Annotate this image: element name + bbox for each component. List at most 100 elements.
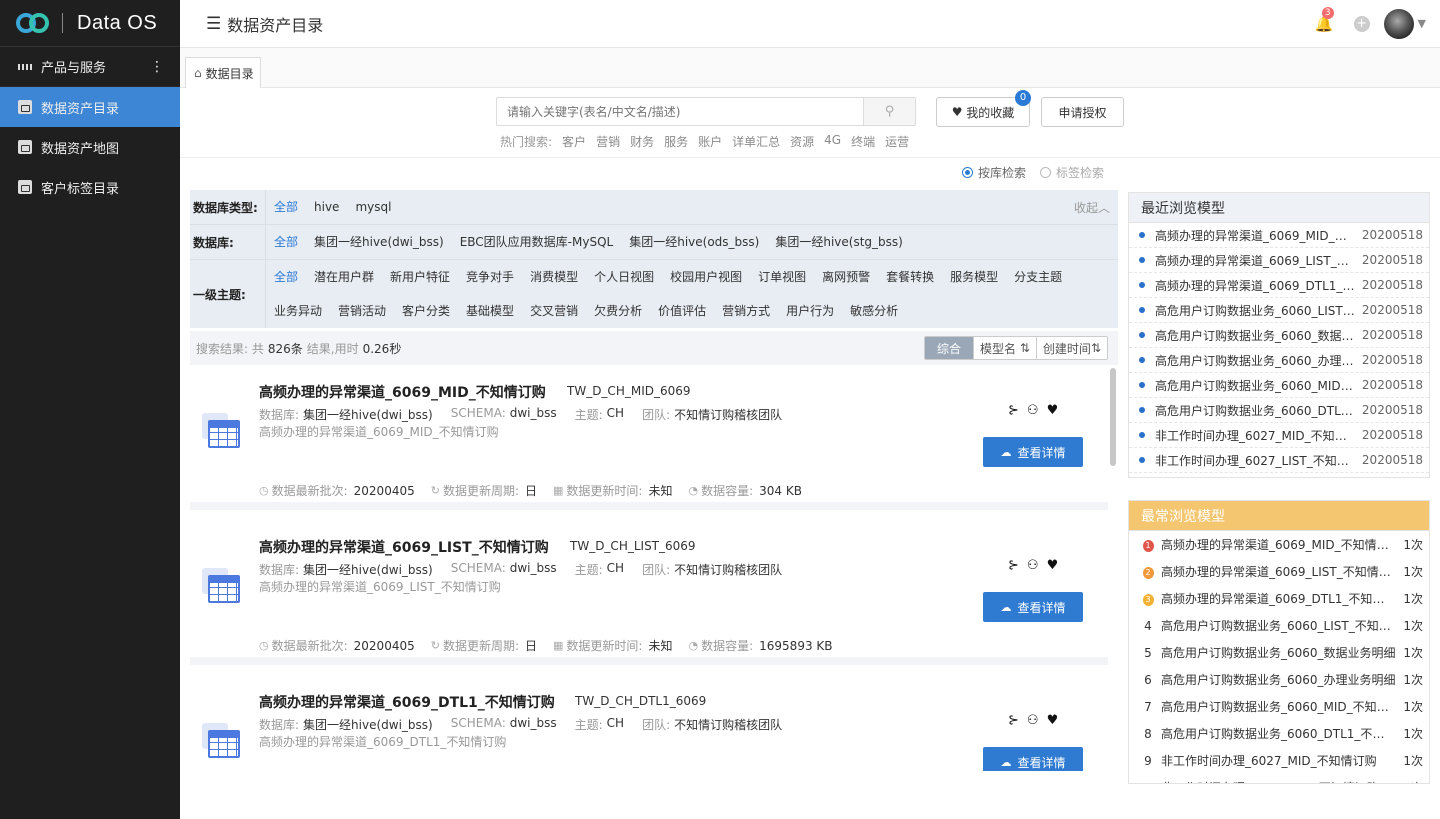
filter-option[interactable]: 校园用户视图 <box>670 260 742 294</box>
hot-search-item[interactable]: 服务 <box>664 133 688 150</box>
card-title[interactable]: 高频办理的异常渠道_6069_DTL1_不知情订购 <box>259 692 555 712</box>
frequent-item[interactable]: 7 高危用户订购数据业务_6060_MID_不知情订购 1次 <box>1129 693 1429 720</box>
lineage-icon[interactable]: ⊱ <box>1008 403 1019 418</box>
filter-option[interactable]: 全部 <box>274 190 298 224</box>
filter-option[interactable]: 分支主题 <box>1014 260 1062 294</box>
filter-option[interactable]: 服务模型 <box>950 260 998 294</box>
results-scrollbar[interactable] <box>1110 368 1116 466</box>
sort-created-time[interactable]: 创建时间 ⇅ <box>1035 337 1107 359</box>
recent-item[interactable]: 高危用户订购数据业务_6060_数据业务明细 20200518 <box>1129 323 1429 348</box>
filter-option[interactable]: 集团一经hive(ods_bss) <box>629 225 759 259</box>
filter-option[interactable]: 欠费分析 <box>594 294 642 328</box>
filter-option[interactable]: 新用户特征 <box>390 260 450 294</box>
sidebar-item-customer-tags[interactable]: 客户标签目录 <box>0 167 180 207</box>
frequent-item[interactable]: 2 高频办理的异常渠道_6069_LIST_不知情订购 1次 <box>1129 558 1429 585</box>
heart-icon[interactable]: ♥ <box>1047 713 1059 728</box>
filter-option[interactable]: 全部 <box>274 260 298 294</box>
filter-option[interactable]: 营销方式 <box>722 294 770 328</box>
recent-item[interactable]: 高危用户订购数据业务_6060_LIST_不知情订购 20200518 <box>1129 298 1429 323</box>
card-title[interactable]: 高频办理的异常渠道_6069_LIST_不知情订购 <box>259 537 549 557</box>
sort-default[interactable]: 综合 <box>925 337 974 359</box>
hot-search-item[interactable]: 4G <box>824 133 841 150</box>
recent-item[interactable]: 高危用户订购数据业务_6060_DTL1_不知情订购 20200518 <box>1129 398 1429 423</box>
filter-option[interactable]: 潜在用户群 <box>314 260 374 294</box>
recent-item[interactable]: 高危用户订购数据业务_6060_办理业务明细 20200518 <box>1129 348 1429 373</box>
schema-value: dwi_bss <box>509 716 557 730</box>
hierarchy-icon[interactable]: ⚇ <box>1027 713 1039 728</box>
hierarchy-icon[interactable]: ⚇ <box>1027 558 1039 573</box>
card-title[interactable]: 高频办理的异常渠道_6069_MID_不知情订购 <box>259 382 546 402</box>
frequent-item[interactable]: 6 高危用户订购数据业务_6060_办理业务明细 1次 <box>1129 666 1429 693</box>
sidebar-item-products[interactable]: 产品与服务 ⋮ <box>0 47 180 87</box>
frequent-item[interactable]: 4 高危用户订购数据业务_6060_LIST_不知情订购 1次 <box>1129 612 1429 639</box>
hot-search-item[interactable]: 终端 <box>851 133 875 150</box>
filter-option[interactable]: 敏感分析 <box>850 294 898 328</box>
hot-search-item[interactable]: 财务 <box>630 133 654 150</box>
filter-option[interactable]: 集团一经hive(stg_bss) <box>775 225 902 259</box>
logo[interactable]: Data OS <box>0 0 180 47</box>
filter-option[interactable]: 营销活动 <box>338 294 386 328</box>
search-button[interactable]: ⚲ <box>863 98 915 125</box>
heart-icon[interactable]: ♥ <box>1047 558 1059 573</box>
view-details-button[interactable]: ☁ 查看详情 <box>983 592 1083 622</box>
filter-option[interactable]: 全部 <box>274 225 298 259</box>
view-details-button[interactable]: ☁ 查看详情 <box>983 437 1083 467</box>
filter-option[interactable]: 离网预警 <box>822 260 870 294</box>
hot-search-item[interactable]: 营销 <box>596 133 620 150</box>
frequent-item[interactable]: 9 非工作时间办理_6027_MID_不知情订购 1次 <box>1129 747 1429 774</box>
tab-data-catalog[interactable]: ⌂ 数据目录 <box>185 57 261 88</box>
filter-option[interactable]: mysql <box>355 190 391 224</box>
frequent-item[interactable]: 10 非工作时间办理_6027_LIST_不知情订购 1次 <box>1129 774 1429 784</box>
filter-option[interactable]: 订单视图 <box>758 260 806 294</box>
collapse-toggle[interactable]: 收起︿ <box>1074 199 1110 216</box>
hot-search-item[interactable]: 资源 <box>790 133 814 150</box>
filter-option[interactable]: 客户分类 <box>402 294 450 328</box>
filter-option[interactable]: EBC团队应用数据库-MySQL <box>460 225 614 259</box>
filter-option[interactable]: 价值评估 <box>658 294 706 328</box>
bell-icon[interactable]: 🔔 3 <box>1315 6 1334 33</box>
sort-model-name[interactable]: 模型名 ⇅ <box>973 337 1036 359</box>
lineage-icon[interactable]: ⊱ <box>1008 713 1019 728</box>
favorites-button[interactable]: ♥ 我的收藏 0 <box>936 90 1031 127</box>
filter-option[interactable]: 集团一经hive(dwi_bss) <box>314 225 444 259</box>
sidebar-item-asset-catalog[interactable]: 数据资产目录 <box>0 87 180 127</box>
frequent-item[interactable]: 1 高频办理的异常渠道_6069_MID_不知情订购 1次 <box>1129 531 1429 558</box>
hot-search-item[interactable]: 账户 <box>698 133 722 150</box>
recent-item[interactable]: 高频办理的异常渠道_6069_LIST_不知情订购 20200518 <box>1129 248 1429 273</box>
hot-search-item[interactable]: 运营 <box>885 133 909 150</box>
recent-item[interactable]: 高频办理的异常渠道_6069_DTL1_不知情订购 20200518 <box>1129 273 1429 298</box>
chevron-down-icon[interactable]: ▼ <box>1418 17 1426 30</box>
filter-option[interactable]: 交叉营销 <box>530 294 578 328</box>
filter-label: 一级主题: <box>190 260 266 328</box>
hierarchy-icon[interactable]: ⚇ <box>1027 403 1039 418</box>
lineage-icon[interactable]: ⊱ <box>1008 558 1019 573</box>
more-vertical-icon[interactable]: ⋮ <box>150 59 164 75</box>
view-details-button[interactable]: ☁ 查看详情 <box>983 747 1083 771</box>
sidebar-item-asset-map[interactable]: 数据资产地图 <box>0 127 180 167</box>
avatar[interactable] <box>1383 8 1414 39</box>
filter-option[interactable]: 套餐转换 <box>886 260 934 294</box>
filter-option[interactable]: 消费模型 <box>530 260 578 294</box>
radio-by-tag[interactable]: 标签检索 <box>1040 164 1104 181</box>
filter-option[interactable]: 业务异动 <box>274 294 322 328</box>
recent-item[interactable]: 非工作时间办理_6027_MID_不知情订购 20200518 <box>1129 423 1429 448</box>
hot-search-item[interactable]: 客户 <box>562 133 586 150</box>
filter-option[interactable]: hive <box>314 190 339 224</box>
heart-icon[interactable]: ♥ <box>1047 403 1059 418</box>
filter-option[interactable]: 基础模型 <box>466 294 514 328</box>
menu-fold-icon[interactable]: ☰ <box>206 14 221 34</box>
frequent-item[interactable]: 8 高危用户订购数据业务_6060_DTL1_不知情订购 1次 <box>1129 720 1429 747</box>
radio-by-database[interactable]: 按库检索 <box>962 164 1026 181</box>
filter-option[interactable]: 用户行为 <box>786 294 834 328</box>
frequent-item[interactable]: 3 高频办理的异常渠道_6069_DTL1_不知情订购 1次 <box>1129 585 1429 612</box>
apply-authorization-button[interactable]: 申请授权 <box>1041 97 1124 127</box>
filter-option[interactable]: 竞争对手 <box>466 260 514 294</box>
filter-option[interactable]: 个人日视图 <box>594 260 654 294</box>
add-icon[interactable]: + <box>1353 15 1370 32</box>
recent-item[interactable]: 非工作时间办理_6027_LIST_不知情订购 20200518 <box>1129 448 1429 473</box>
frequent-item[interactable]: 5 高危用户订购数据业务_6060_数据业务明细 1次 <box>1129 639 1429 666</box>
search-input[interactable] <box>497 98 863 125</box>
hot-search-item[interactable]: 详单汇总 <box>732 133 780 150</box>
recent-item[interactable]: 高频办理的异常渠道_6069_MID_不知情订购 20200518 <box>1129 223 1429 248</box>
recent-item[interactable]: 高危用户订购数据业务_6060_MID_不知情订购 20200518 <box>1129 373 1429 398</box>
